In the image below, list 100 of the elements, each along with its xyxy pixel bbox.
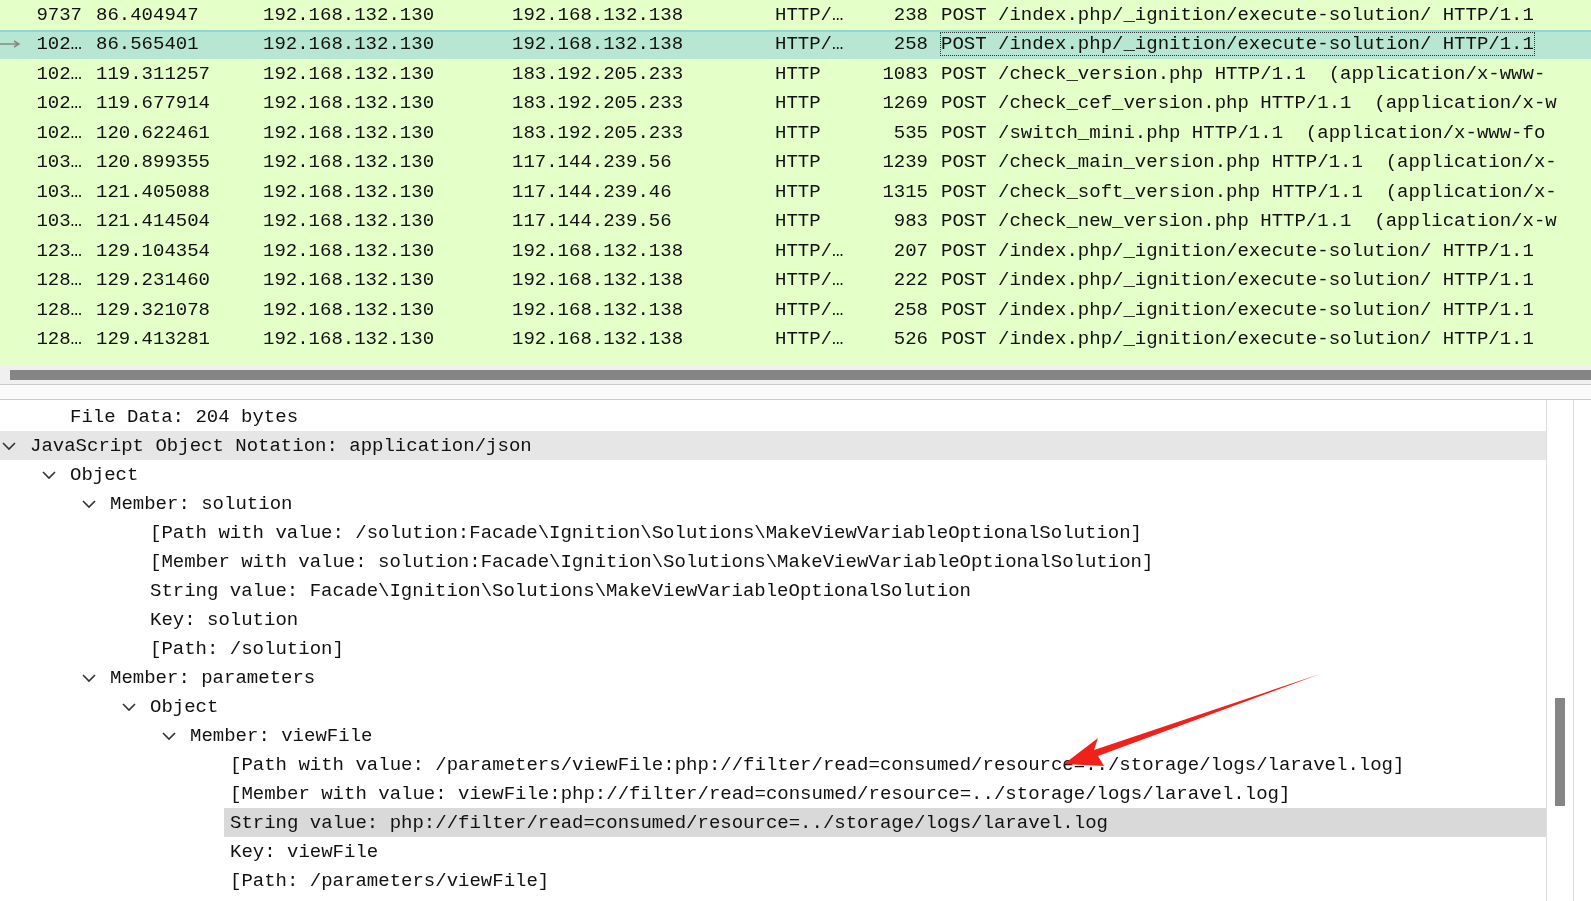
tree-item[interactable]: Member: parameters: [110, 663, 322, 692]
tree-item[interactable]: [Path with value: /parameters/viewFile:php://filter/read=consumed/resource=../storage/logs/laravel.log]: [230, 750, 1411, 779]
packet-row[interactable]: 103… 121.405088 192.168.132.130 117.144.239.46 HTTP 1315 POST /check_soft_version.php HTTP/1.1 (application/x-: [0, 177, 1591, 207]
table-cell: POST /index.php/_ignition/execute-solution/ HTTP/1.1: [941, 33, 1534, 56]
table-cell-text: 129.321078: [95, 298, 212, 321]
table-cell-text: 192.168.132.138: [512, 328, 685, 351]
table-cell-text: 129.231460: [95, 269, 212, 292]
table-cell-text: 102…: [35, 62, 83, 85]
table-cell: POST /index.php/_ignition/execute-solution/ HTTP/1.1: [941, 239, 1534, 262]
table-cell-text: 192.168.132.130: [263, 298, 436, 321]
table-cell-text: 128…: [35, 328, 83, 351]
table-cell-text: 258: [892, 33, 928, 56]
table-cell-text: 183.192.205.233: [512, 92, 685, 115]
chevron-down-icon[interactable]: [122, 700, 136, 714]
table-cell-text: 192.168.132.130: [263, 328, 436, 351]
packet-row[interactable]: 9737 86.404947 192.168.132.130 192.168.132.138 HTTP/… 238 POST /index.php/_ignition/execute-solution/ HTTP/1.1: [0, 0, 1591, 30]
table-cell-text: 1315: [881, 180, 928, 203]
table-cell-text: HTTP/…: [775, 239, 845, 262]
tree-item[interactable]: [Member with value: viewFile:php://filter/read=consumed/resource=../storage/logs/laravel.log]: [230, 779, 1297, 808]
table-cell-text: 192.168.132.138: [512, 3, 685, 26]
table-cell-text: 192.168.132.138: [512, 33, 685, 56]
table-cell-text: HTTP: [775, 92, 822, 115]
table-cell: POST /check_version.php HTTP/1.1 (application/x-www-: [941, 62, 1546, 85]
packet-row[interactable]: 128… 129.231460 192.168.132.130 192.168.132.138 HTTP/… 222 POST /index.php/_ignition/execute-solution/ HTTP/1.1: [0, 265, 1591, 295]
table-cell-text: HTTP/…: [775, 298, 845, 321]
table-cell-text: 192.168.132.130: [263, 210, 436, 233]
table-cell-text: 102…: [35, 33, 83, 56]
tree-item[interactable]: Member: solution: [110, 489, 299, 518]
table-cell-text: 86.565401: [95, 33, 200, 56]
table-cell-text: 102…: [35, 121, 83, 144]
tree-item[interactable]: [Path with value: /solution:Facade\Ignition\Solutions\MakeViewVariableOptionalSolution]: [150, 518, 1148, 547]
table-cell-text: HTTP: [775, 121, 822, 144]
table-cell-text: HTTP/…: [775, 3, 845, 26]
tree-item[interactable]: [Path: /solution]: [150, 634, 350, 663]
packet-row[interactable]: 102… 119.677914 192.168.132.130 183.192.205.233 HTTP 1269 POST /check_cef_version.php HTTP/1.1 (application/x-w: [0, 88, 1591, 118]
tree-item[interactable]: [Member with value: solution:Facade\Ignition\Solutions\MakeViewVariableOptionalSolution]: [150, 547, 1160, 576]
packet-row[interactable]: 102… 120.622461 192.168.132.130 183.192.205.233 HTTP 535 POST /switch_mini.php HTTP/1.1 (application/x-www-fo: [0, 118, 1591, 148]
tree-item[interactable]: String value: Facade\Ignition\Solutions\MakeViewVariableOptionalSolution: [150, 576, 977, 605]
table-cell-text: 117.144.239.46: [512, 180, 673, 203]
tree-item[interactable]: [Path: /parameters/viewFile]: [230, 866, 556, 895]
scrollbar-thumb[interactable]: [1555, 698, 1565, 806]
table-cell-text: 192.168.132.130: [263, 33, 436, 56]
table-cell-text: 120.899355: [95, 151, 212, 174]
table-cell-text: HTTP: [775, 62, 822, 85]
table-cell-text: 119.311257: [95, 62, 212, 85]
table-cell-text: HTTP/…: [775, 328, 845, 351]
scrollbar-thumb[interactable]: [10, 370, 1591, 380]
table-cell-text: 128…: [35, 298, 83, 321]
table-cell-text: 103…: [35, 180, 83, 203]
scrollbar[interactable]: [1546, 400, 1574, 901]
table-cell-text: HTTP/…: [775, 33, 845, 56]
chevron-down-icon[interactable]: [162, 729, 176, 743]
tree-item[interactable]: Object: [70, 460, 145, 489]
table-cell-text: 192.168.132.138: [512, 269, 685, 292]
tree-item[interactable]: String value: php://filter/read=consumed/resource=../storage/logs/laravel.log: [224, 808, 1546, 837]
table-cell: POST /check_cef_version.php HTTP/1.1 (application/x-w: [941, 92, 1557, 115]
table-cell-text: 183.192.205.233: [512, 121, 685, 144]
table-cell-text: 129.413281: [95, 328, 212, 351]
table-cell: POST /check_main_version.php HTTP/1.1 (application/x-: [941, 151, 1557, 174]
table-cell: POST /switch_mini.php HTTP/1.1 (application/x-www-fo: [941, 121, 1546, 144]
table-cell-text: 119.677914: [95, 92, 212, 115]
table-cell-text: 192.168.132.130: [263, 121, 436, 144]
table-cell-text: 526: [892, 328, 928, 351]
table-cell-text: 9737: [35, 3, 83, 26]
table-cell-text: HTTP: [775, 210, 822, 233]
table-cell-text: 128…: [35, 269, 83, 292]
table-cell-text: 183.192.205.233: [512, 62, 685, 85]
table-cell-text: HTTP: [775, 151, 822, 174]
tree-item[interactable]: Object: [150, 692, 225, 721]
table-cell-text: 535: [892, 121, 928, 144]
table-cell-text: 192.168.132.138: [512, 298, 685, 321]
packet-row[interactable]: 102… 86.565401 192.168.132.130 192.168.132.138 HTTP/… 258 POST /index.php/_ignition/execute-solution/ HTTP/1.1: [0, 29, 1591, 59]
chevron-down-icon[interactable]: [82, 497, 96, 511]
packet-row[interactable]: 103… 121.414504 192.168.132.130 117.144.239.56 HTTP 983 POST /check_new_version.php HTTP/1.1 (application/x-w: [0, 206, 1591, 236]
tree-item[interactable]: Key: solution: [150, 605, 305, 634]
table-cell-text: 192.168.132.130: [263, 180, 436, 203]
scrollbar[interactable]: [0, 366, 1591, 384]
chevron-down-icon[interactable]: [42, 468, 56, 482]
table-cell-text: 192.168.132.138: [512, 239, 685, 262]
table-cell-text: 222: [892, 269, 928, 292]
table-cell-text: 192.168.132.130: [263, 92, 436, 115]
tree-item[interactable]: Key: viewFile: [230, 837, 385, 866]
tree-item[interactable]: File Data: 204 bytes: [70, 402, 305, 431]
packet-row[interactable]: 128… 129.321078 192.168.132.130 192.168.132.138 HTTP/… 258 POST /index.php/_ignition/execute-solution/ HTTP/1.1: [0, 295, 1591, 325]
table-cell-text: 123…: [35, 239, 83, 262]
table-cell-text: 102…: [35, 92, 83, 115]
table-cell-text: 1269: [881, 92, 928, 115]
table-cell-text: 192.168.132.130: [263, 3, 436, 26]
tree-item[interactable]: Member: viewFile: [190, 721, 379, 750]
table-cell-text: 121.405088: [95, 180, 212, 203]
packet-row[interactable]: 103… 120.899355 192.168.132.130 117.144.239.56 HTTP 1239 POST /check_main_version.php HTTP/1.1 (application/x-: [0, 147, 1591, 177]
chevron-down-icon[interactable]: [2, 439, 16, 453]
packet-row[interactable]: 102… 119.311257 192.168.132.130 183.192.205.233 HTTP 1083 POST /check_version.php HTTP/1.1 (application/x-www-: [0, 59, 1591, 89]
table-cell-text: 207: [892, 239, 928, 262]
table-cell-text: 192.168.132.130: [263, 151, 436, 174]
table-cell-text: 121.414504: [95, 210, 212, 233]
packet-row[interactable]: 128… 129.413281 192.168.132.130 192.168.132.138 HTTP/… 526 POST /index.php/_ignition/execute-solution/ HTTP/1.1: [0, 324, 1591, 354]
table-cell-text: 103…: [35, 210, 83, 233]
chevron-down-icon[interactable]: [82, 671, 96, 685]
packet-row[interactable]: 123… 129.104354 192.168.132.130 192.168.132.138 HTTP/… 207 POST /index.php/_ignition/execute-solution/ HTTP/1.1: [0, 236, 1591, 266]
